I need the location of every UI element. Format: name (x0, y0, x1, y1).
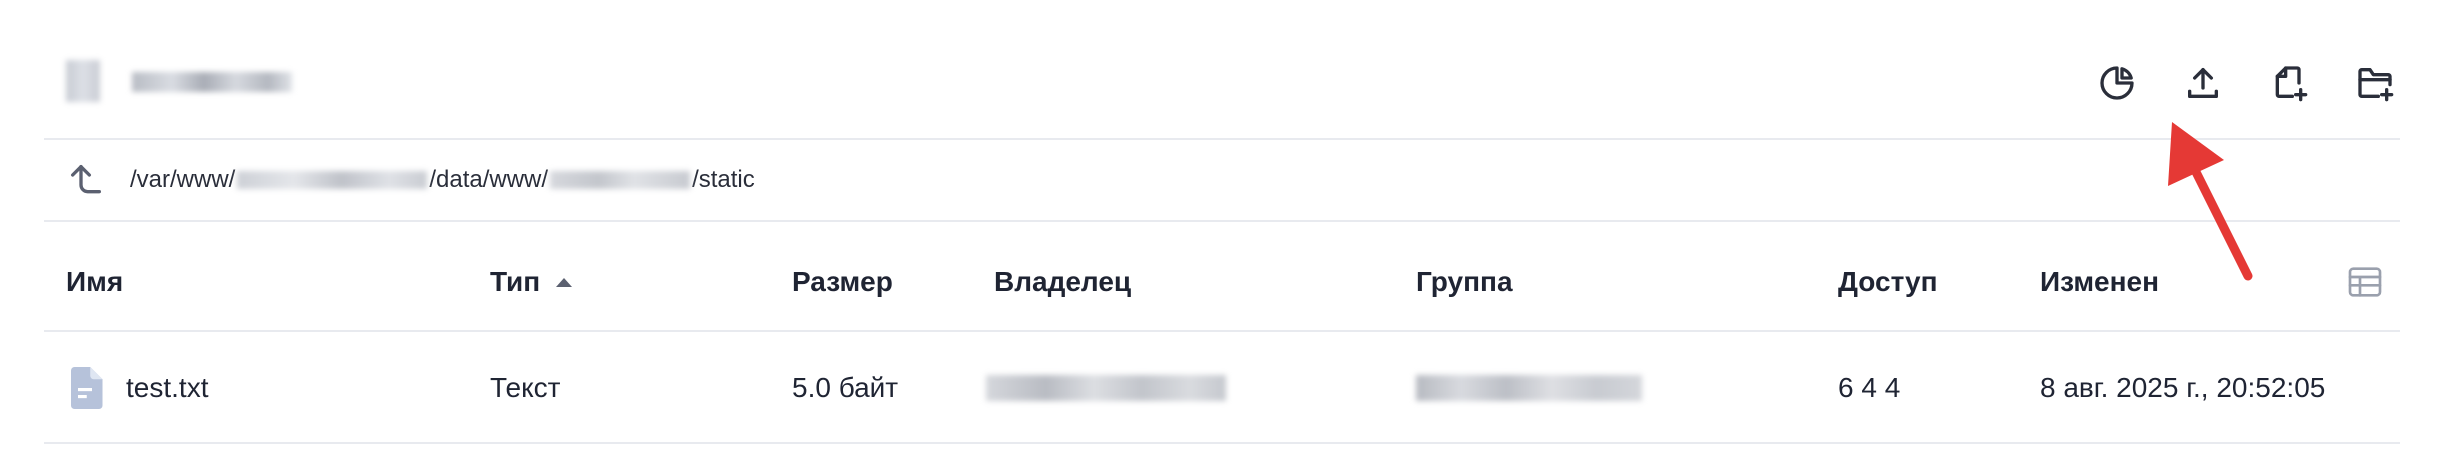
path-suffix: /static (692, 166, 755, 193)
file-type: Текст (490, 372, 561, 403)
new-folder-button[interactable] (2350, 58, 2400, 108)
file-access-cell: 6 4 4 (1838, 372, 1900, 404)
column-header-size[interactable]: Размер (792, 266, 893, 298)
column-header-access[interactable]: Доступ (1838, 266, 1938, 298)
sort-ascending-icon (556, 277, 573, 287)
blurred-path-segment (550, 171, 691, 189)
pie-chart-icon (2100, 66, 2134, 100)
column-header-type[interactable]: Тип (490, 266, 573, 298)
file-permissions: 6 4 4 (1838, 372, 1901, 403)
new-folder-icon (2358, 68, 2394, 102)
new-file-icon (2275, 66, 2308, 102)
blurred-title (66, 60, 296, 102)
path-prefix: /var/www/ (130, 166, 236, 193)
blurred-group (1416, 375, 1642, 401)
table-header: Имя Тип Размер Владелец Группа Доступ Из… (44, 232, 2400, 332)
column-settings-button[interactable] (2340, 257, 2390, 307)
column-header-owner[interactable]: Владелец (994, 266, 1131, 298)
column-header-label: Группа (1416, 266, 1513, 297)
column-header-label: Размер (792, 266, 893, 297)
column-header-name[interactable]: Имя (66, 266, 123, 298)
disk-usage-button[interactable] (2092, 58, 2142, 108)
upload-button[interactable] (2178, 58, 2228, 108)
go-up-button[interactable] (64, 158, 108, 202)
file-group-cell (1416, 375, 1642, 401)
divider (44, 220, 2400, 222)
file-modified-date: 8 авг. 2025 г., 20:52:05 (2040, 372, 2326, 403)
blurred-path-segment (237, 171, 428, 189)
current-path: /var/www/ /data/www/ /static (130, 166, 755, 194)
column-header-modified[interactable]: Изменен (2040, 266, 2159, 298)
file-modified-cell: 8 авг. 2025 г., 20:52:05 (2040, 372, 2325, 404)
path-middle: /data/www/ (429, 166, 549, 193)
new-file-button[interactable] (2264, 58, 2314, 108)
column-header-label: Имя (66, 266, 124, 297)
toolbar (2092, 58, 2400, 108)
divider (44, 330, 2400, 332)
column-header-label: Тип (490, 266, 541, 297)
column-header-group[interactable]: Группа (1416, 266, 1513, 298)
level-up-icon (71, 165, 102, 194)
path-bar: /var/www/ /data/www/ /static (44, 140, 2400, 220)
divider (44, 442, 2400, 444)
upload-icon (2188, 68, 2218, 99)
file-name[interactable]: test.txt (126, 372, 208, 404)
column-header-label: Доступ (1838, 266, 1938, 297)
blurred-owner (986, 375, 1226, 401)
column-header-label: Владелец (994, 266, 1132, 297)
text-file-icon (71, 367, 103, 409)
file-name-cell: test.txt (66, 367, 208, 409)
table-row[interactable]: test.txt Текст 5.0 байт 6 4 4 8 авг. 202… (44, 334, 2400, 442)
file-owner-cell (986, 375, 1226, 401)
file-type-cell: Текст (490, 372, 561, 404)
column-header-label: Изменен (2040, 266, 2160, 297)
file-size-cell: 5.0 байт (792, 372, 898, 404)
file-size: 5.0 байт (792, 372, 899, 403)
table-columns-icon (2348, 267, 2382, 297)
